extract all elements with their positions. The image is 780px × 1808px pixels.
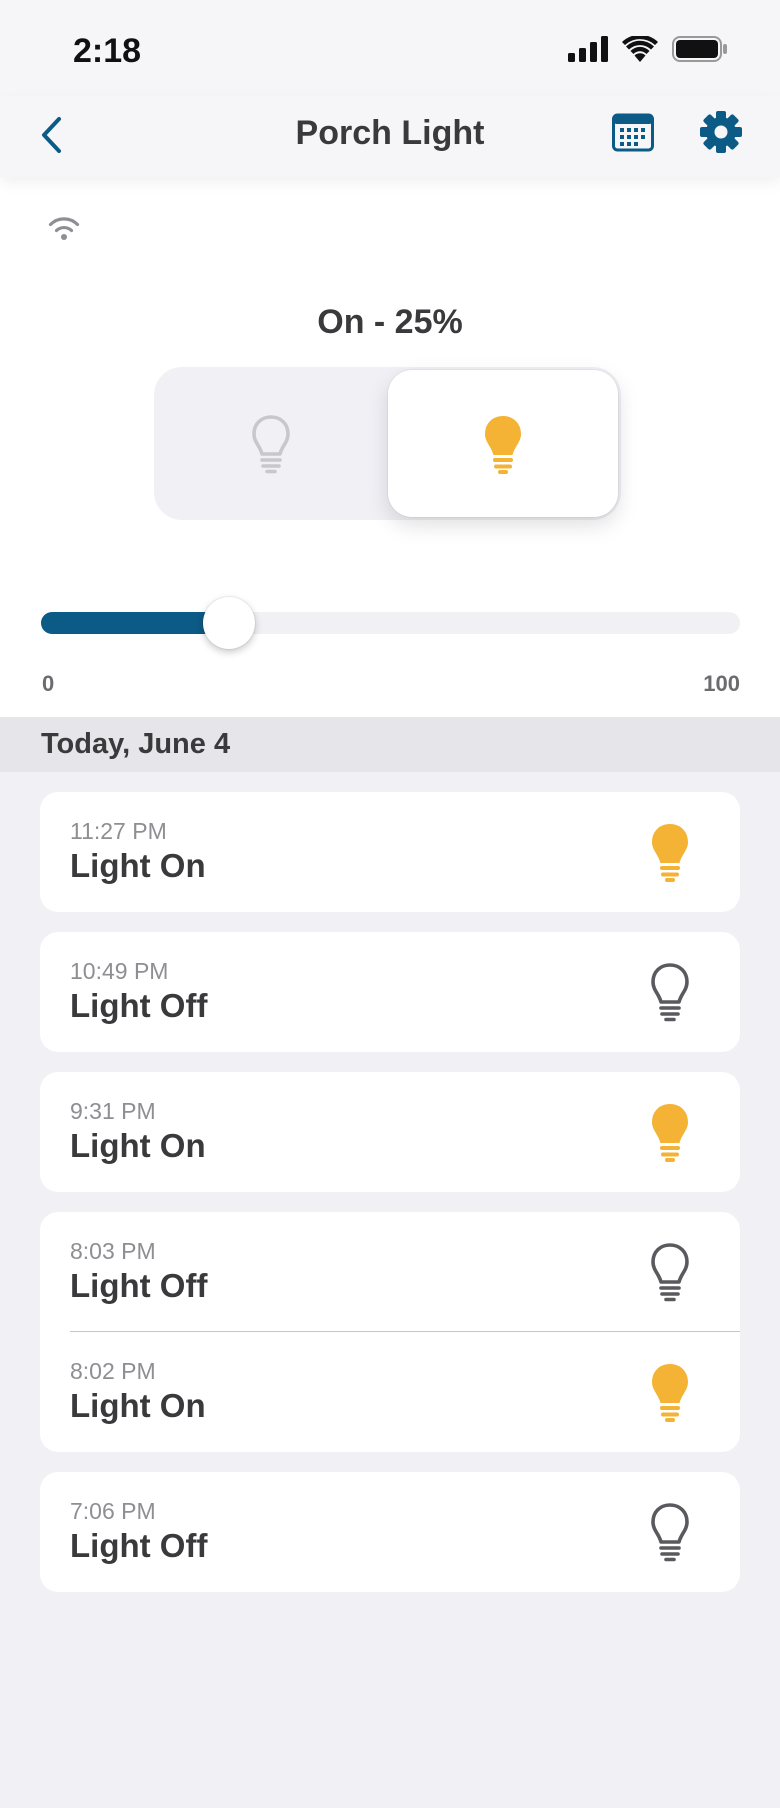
event-time: 11:27 PM — [70, 818, 167, 844]
wifi-connection-icon — [48, 217, 80, 240]
history-section-header: Today, June 4 — [0, 717, 780, 772]
event-time: 8:03 PM — [70, 1238, 156, 1264]
event-label: Light On — [70, 1127, 206, 1164]
slider-max-label: 100 — [703, 671, 740, 696]
event-time: 8:02 PM — [70, 1358, 156, 1384]
calendar-icon — [612, 113, 654, 152]
event-time: 9:31 PM — [70, 1098, 156, 1124]
light-state-label: On - 25% — [317, 303, 463, 341]
event-time: 7:06 PM — [70, 1498, 156, 1524]
history-card: 7:06 PM Light Off — [40, 1472, 740, 1592]
history-card: 9:31 PM Light On — [40, 1072, 740, 1192]
event-label: Light Off — [70, 1267, 208, 1304]
history-row[interactable]: 11:27 PM Light On — [40, 792, 740, 912]
event-label: Light Off — [70, 1527, 208, 1564]
history-card: 10:49 PM Light Off — [40, 932, 740, 1052]
brightness-slider-thumb[interactable] — [202, 597, 255, 649]
status-bar: 2:18 — [0, 0, 780, 96]
navigation-bar: Porch Light — [0, 96, 780, 177]
status-time: 2:18 — [73, 32, 142, 70]
event-label: Light On — [70, 1387, 206, 1424]
history-row[interactable]: 8:02 PM Light On — [40, 1332, 740, 1452]
bulb-on-icon — [652, 1104, 688, 1162]
brightness-slider-fill — [41, 612, 229, 634]
bulb-off-icon — [651, 1503, 689, 1562]
event-label: Light On — [70, 847, 206, 884]
event-time: 10:49 PM — [70, 958, 169, 984]
history-row[interactable]: 10:49 PM Light Off — [40, 932, 740, 1052]
cellular-signal-icon — [568, 36, 608, 62]
page-title: Porch Light — [295, 114, 485, 152]
history-row[interactable]: 7:06 PM Light Off — [40, 1472, 740, 1592]
toggle-on-button[interactable] — [388, 370, 618, 517]
bulb-off-icon — [251, 414, 290, 473]
settings-button[interactable] — [699, 110, 743, 154]
slider-min-label: 0 — [42, 671, 55, 696]
bulb-on-icon — [652, 1364, 688, 1422]
history-row[interactable]: 9:31 PM Light On — [40, 1072, 740, 1192]
battery-icon — [672, 36, 727, 62]
power-toggle — [154, 367, 621, 520]
toggle-off-button[interactable] — [154, 367, 387, 520]
brightness-slider-track[interactable] — [41, 612, 740, 634]
light-control-panel: On - 25% 0 100 — [0, 177, 780, 717]
bulb-off-icon — [651, 963, 689, 1022]
status-icons — [568, 36, 728, 62]
history-card: 11:27 PM Light On — [40, 792, 740, 912]
bulb-on-icon — [652, 824, 688, 882]
gear-icon — [700, 111, 742, 153]
bulb-on-icon — [485, 415, 521, 474]
history-section-title: Today, June 4 — [41, 728, 231, 760]
history-row[interactable]: 8:03 PM Light Off — [40, 1212, 740, 1332]
wifi-status-icon — [622, 36, 658, 62]
event-label: Light Off — [70, 987, 208, 1024]
history-card: 8:03 PM Light Off 8:02 PM Light On — [40, 1212, 740, 1452]
calendar-button[interactable] — [612, 112, 654, 152]
bulb-off-icon — [651, 1243, 689, 1302]
